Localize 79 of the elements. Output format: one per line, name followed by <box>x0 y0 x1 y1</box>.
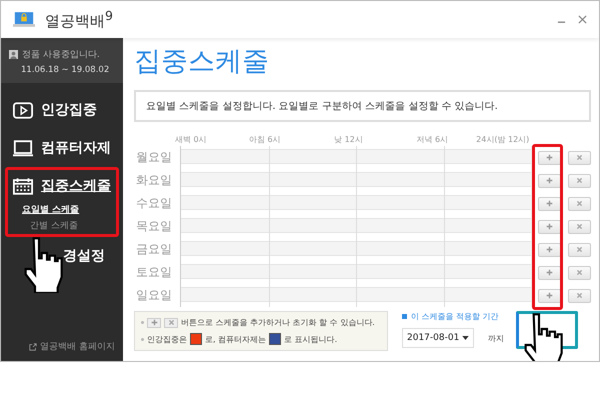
calendar-icon <box>13 178 33 194</box>
legend-text: 버튼으로 스케줄을 추가하거나 초기화 할 수 있습니다. <box>181 317 375 328</box>
x-icon <box>576 269 583 276</box>
day-label: 일요일 <box>135 287 173 304</box>
x-icon <box>576 200 583 207</box>
schedule-timeline[interactable] <box>180 284 532 307</box>
window-title: 열공백배$^{9}$ <box>45 8 113 31</box>
add-button[interactable] <box>538 288 561 302</box>
add-button[interactable] <box>538 266 561 280</box>
plus-icon <box>546 292 553 299</box>
hour-label: 낮 12시 <box>334 134 363 145</box>
plus-icon <box>546 269 553 276</box>
homepage-link[interactable]: 열공백배 홈페이지 <box>1 340 123 361</box>
hour-label: 24시(밤 12시) <box>476 134 530 145</box>
laptop-icon <box>13 11 35 28</box>
period-label: 이 스케줄을 적용할 기간 <box>402 311 504 322</box>
menu-item[interactable]: 인강집중 <box>8 94 116 126</box>
day-label: 금요일 <box>135 241 173 258</box>
reset-button[interactable] <box>568 266 591 280</box>
plus-icon <box>546 223 553 230</box>
license-period: 11.06.18 ~ 19.08.02 <box>20 65 110 75</box>
x-icon <box>576 223 583 230</box>
x-icon <box>168 319 174 326</box>
schedule-timeline[interactable] <box>180 238 532 261</box>
schedule-timeline[interactable] <box>180 215 532 238</box>
add-button[interactable] <box>538 220 561 234</box>
play-icon <box>13 102 33 118</box>
date-dropdown[interactable]: 2017-08-01 <box>402 328 474 348</box>
external-link-icon <box>29 342 38 350</box>
menu-item[interactable]: 컴퓨터자제 <box>8 132 116 164</box>
reset-button[interactable] <box>568 288 591 302</box>
until-label: 까지 <box>488 332 504 344</box>
submenu-item[interactable]: 요일별 스케줄 <box>8 202 116 218</box>
schedule-timeline[interactable] <box>180 146 532 169</box>
day-label: 수요일 <box>135 195 173 212</box>
close-icon[interactable] <box>578 15 587 24</box>
x-icon <box>576 177 583 184</box>
user-icon <box>9 50 18 59</box>
caret-icon <box>462 336 469 340</box>
reset-button[interactable] <box>568 150 591 164</box>
day-label: 화요일 <box>135 172 173 189</box>
x-icon <box>576 246 583 253</box>
legend-text: 로 표시됩니다. <box>284 334 338 344</box>
description-text: 요일별 스케줄을 설정합니다. 요일별로 구분하여 스케줄을 설정할 수 있습니다. <box>134 90 591 122</box>
add-button[interactable] <box>538 174 561 188</box>
x-icon <box>576 154 583 161</box>
monitor-icon <box>13 140 33 156</box>
plus-icon <box>546 246 553 253</box>
reset-button[interactable] <box>568 196 591 210</box>
plus-icon <box>546 177 553 184</box>
add-button[interactable] <box>538 196 561 210</box>
reset-button[interactable] <box>568 174 591 188</box>
plus-icon <box>546 154 553 161</box>
legend-text: 인강집중은 <box>147 334 187 344</box>
reset-button[interactable] <box>568 220 591 234</box>
hour-label: 새벽 0시 <box>175 134 207 145</box>
x-icon <box>576 292 583 299</box>
bullet-icon <box>141 321 144 324</box>
hour-label: 저녁 6시 <box>416 134 448 145</box>
plus-icon <box>150 319 158 326</box>
add-button[interactable] <box>538 242 561 256</box>
menu-item[interactable]: 집중스케줄 <box>8 170 116 202</box>
menu-item[interactable]: 경설정 <box>8 240 116 272</box>
day-label: 목요일 <box>135 218 173 235</box>
schedule-timeline[interactable] <box>180 169 532 192</box>
reset-button[interactable] <box>568 242 591 256</box>
legend-text: 로, 컴퓨터자제는 <box>205 334 266 344</box>
add-button[interactable] <box>538 150 561 164</box>
day-label: 월요일 <box>135 149 173 166</box>
page-title: 집중스케줄 <box>134 45 270 79</box>
license-status: 정품 사용중입니다. <box>22 49 100 61</box>
hour-label: 아침 6시 <box>248 134 281 145</box>
bullet-icon <box>141 338 144 340</box>
schedule-timeline[interactable] <box>180 261 532 284</box>
plus-icon <box>546 200 553 207</box>
schedule-timeline[interactable] <box>180 192 532 215</box>
day-label: 토요일 <box>135 264 173 281</box>
hand-cursor-icon <box>23 237 63 293</box>
submenu-item[interactable]: 간별 스케줄 <box>8 218 116 234</box>
